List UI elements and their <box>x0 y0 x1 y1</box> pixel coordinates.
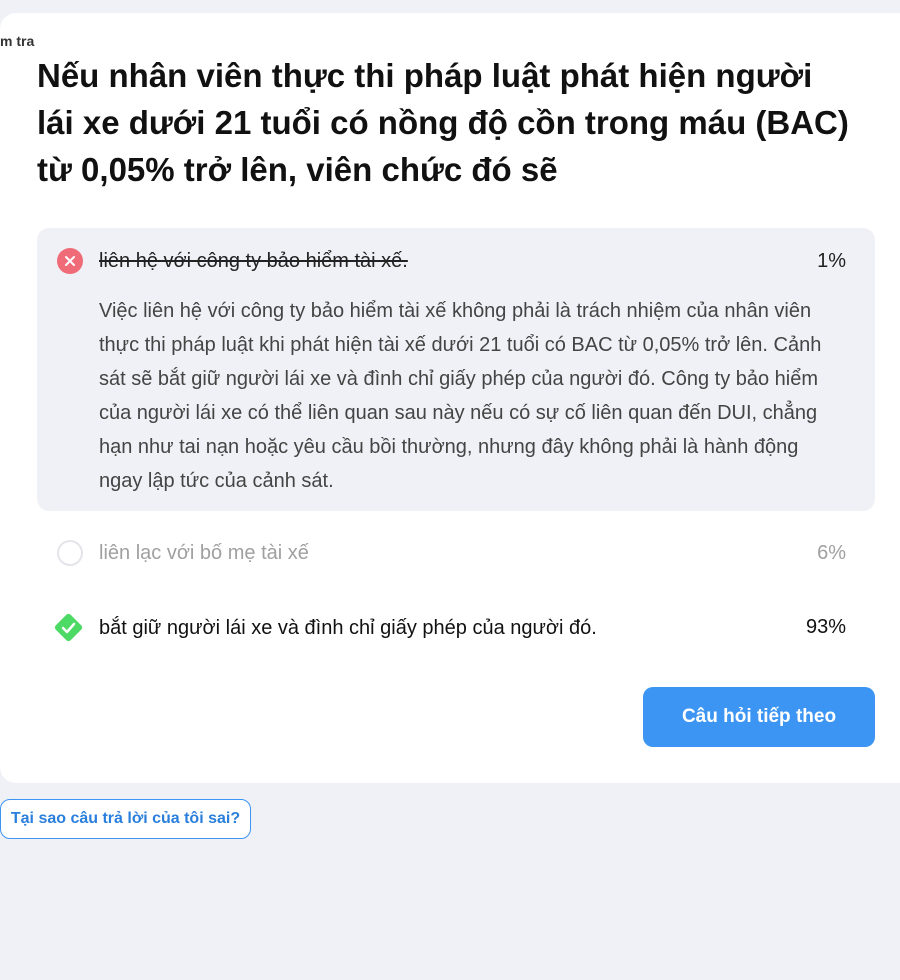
option-percent-2: 6% <box>817 542 846 564</box>
next-question-button[interactable]: Câu hỏi tiếp theo <box>643 687 875 747</box>
option-label-1: liên hệ với công ty bảo hiểm tài xế. <box>99 250 408 272</box>
option-percent-1: 1% <box>817 250 846 272</box>
question-text: Nếu nhân viên thực thi pháp luật phát hi… <box>37 57 849 188</box>
explanation-text: Việc liên hệ với công ty bảo hiểm tài xế… <box>99 300 822 492</box>
correct-check-icon <box>54 613 83 642</box>
breadcrumb: m tra <box>0 33 35 49</box>
radio-circle-icon[interactable] <box>57 540 83 566</box>
why-wrong-button[interactable]: Tại sao câu trả lời của tôi sai? <box>0 799 251 839</box>
option-percent-3: 93% <box>805 616 846 638</box>
option-label-3[interactable]: bắt giữ người lái xe và đình chỉ giấy ph… <box>99 617 597 640</box>
option-label-2[interactable]: liên lạc với bố mẹ tài xế <box>99 542 309 565</box>
wrong-x-icon <box>57 248 83 274</box>
